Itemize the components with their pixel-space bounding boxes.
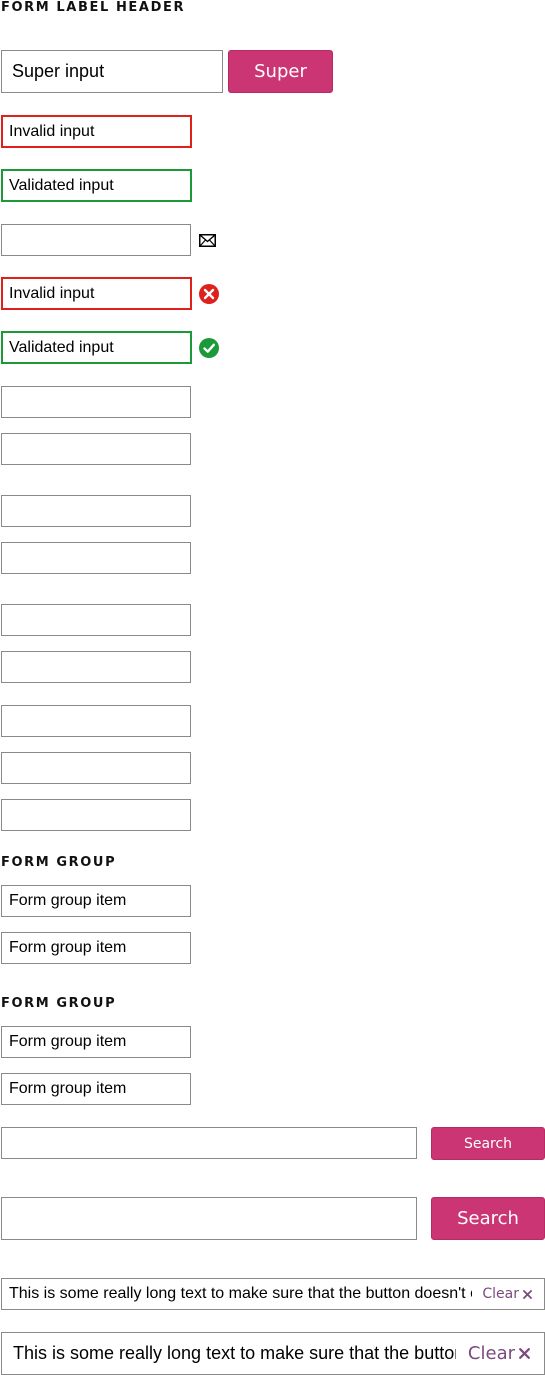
text-input[interactable]	[1, 705, 191, 737]
clearable-input-small[interactable]: This is some really long text to make su…	[1, 1278, 545, 1310]
validated-input[interactable]	[1, 169, 192, 202]
close-icon	[519, 1348, 530, 1359]
form-group-item[interactable]	[1, 1026, 191, 1058]
check-circle-icon	[197, 336, 221, 360]
clearable-input-large[interactable]: This is some really long text to make su…	[1, 1332, 545, 1375]
search-button-large[interactable]: Search	[431, 1197, 545, 1240]
text-input[interactable]	[1, 752, 191, 784]
email-input[interactable]	[1, 224, 191, 256]
text-input[interactable]	[1, 651, 191, 683]
clearable-input-text: This is some really long text to make su…	[13, 1343, 456, 1363]
clear-button-large[interactable]: Clear	[468, 1343, 530, 1364]
text-input[interactable]	[1, 799, 191, 831]
envelope-icon	[197, 231, 217, 249]
text-input[interactable]	[1, 604, 191, 636]
clear-button-small[interactable]: Clear	[482, 1286, 532, 1302]
form-group-item[interactable]	[1, 1073, 191, 1105]
clear-button-label: Clear	[467, 1343, 515, 1364]
close-icon	[523, 1289, 532, 1299]
super-input[interactable]	[1, 50, 223, 93]
form-group-item[interactable]	[1, 885, 191, 917]
search-input-large[interactable]	[1, 1197, 417, 1240]
form-group-item[interactable]	[1, 932, 191, 964]
invalid-input-with-icon[interactable]	[1, 277, 192, 310]
search-input-small[interactable]	[1, 1127, 417, 1159]
invalid-input[interactable]	[1, 115, 192, 148]
super-button[interactable]: Super	[228, 50, 333, 93]
clear-button-label: Clear	[482, 1286, 519, 1302]
error-x-icon	[197, 282, 221, 306]
form-group-title: FORM GROUP	[1, 855, 117, 870]
text-input[interactable]	[1, 495, 191, 527]
form-group-title: FORM GROUP	[1, 996, 117, 1011]
validated-input-with-icon[interactable]	[1, 331, 192, 364]
text-input[interactable]	[1, 386, 191, 418]
clearable-input-text: This is some really long text to make su…	[9, 1285, 473, 1302]
text-input[interactable]	[1, 433, 191, 465]
form-label-header: FORM LABEL HEADER	[1, 0, 186, 15]
search-button-small[interactable]: Search	[431, 1127, 545, 1160]
text-input[interactable]	[1, 542, 191, 574]
